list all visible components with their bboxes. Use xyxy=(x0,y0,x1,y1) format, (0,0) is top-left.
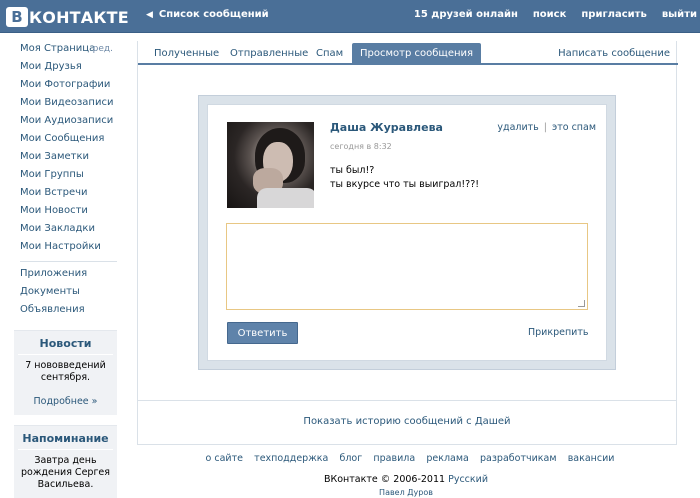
message-line: ты был!? xyxy=(330,165,375,176)
logo-text: КОНТАКТЕ xyxy=(29,7,129,27)
author-link[interactable]: Павел Дуров xyxy=(0,488,700,497)
news-box-title[interactable]: Новости xyxy=(18,337,113,355)
news-box-text: 7 нововведений сентября. xyxy=(25,360,106,383)
sidebar-item-messages[interactable]: Мои Сообщения xyxy=(14,131,117,149)
top-nav: 15 друзей онлайн поиск пригласить выйти xyxy=(414,9,700,20)
footer-link-support[interactable]: техподдержка xyxy=(254,453,328,464)
news-box: Новости 7 нововведений сентября. Подробн… xyxy=(14,330,117,415)
attach-link[interactable]: Прикрепить xyxy=(528,327,588,338)
menu-divider xyxy=(20,261,117,262)
tab-spam[interactable]: Спам xyxy=(308,44,351,63)
sidebar-item-ads[interactable]: Объявления xyxy=(14,302,117,320)
sender-name[interactable]: Даша Журавлева xyxy=(330,121,443,134)
tab-view-message[interactable]: Просмотр сообщения xyxy=(352,43,482,64)
reply-textarea[interactable] xyxy=(226,223,588,310)
sidebar-item-notes[interactable]: Мои Заметки xyxy=(14,149,117,167)
resize-grip-icon[interactable] xyxy=(578,300,585,307)
sidebar-item-apps[interactable]: Приложения xyxy=(14,266,117,284)
avatar[interactable] xyxy=(227,122,314,208)
message-card: Даша Журавлева сегодня в 8:32 удалить | … xyxy=(207,104,607,361)
copyright: ВКонтакте © 2006-2011 Русский xyxy=(0,474,700,485)
message-date: сегодня в 8:32 xyxy=(330,142,392,151)
sidebar-item-label: Моя Страница xyxy=(20,43,96,54)
tab-received[interactable]: Полученные xyxy=(146,44,227,63)
footer-link-ads[interactable]: реклама xyxy=(426,453,469,464)
copyright-text: ВКонтакте © 2006-2011 xyxy=(323,474,446,485)
show-history-link[interactable]: Показать историю сообщений с Дашей xyxy=(138,400,676,444)
logout-link[interactable]: выйти xyxy=(662,9,697,20)
sidebar-item-my-page[interactable]: Моя Страница ред. xyxy=(14,41,117,59)
chevron-left-icon: ◀ xyxy=(146,9,153,20)
write-message-link[interactable]: Написать сообщение xyxy=(558,44,670,63)
back-to-messages-link[interactable]: ◀ Список сообщений xyxy=(146,9,269,20)
message-frame: Даша Журавлева сегодня в 8:32 удалить | … xyxy=(198,95,616,370)
news-more-link[interactable]: Подробнее » xyxy=(18,396,113,407)
logo-mark: В xyxy=(6,7,28,27)
message-actions: удалить | это спам xyxy=(497,122,596,133)
sidebar-item-settings[interactable]: Мои Настройки xyxy=(14,239,117,257)
message-body: ты был!? ты вкурсе что ты выиграл!??! xyxy=(330,164,479,192)
tab-sent[interactable]: Отправленные xyxy=(222,44,316,63)
delete-link[interactable]: удалить xyxy=(497,122,538,133)
message-line: ты вкурсе что ты выиграл!??! xyxy=(330,179,480,190)
footer-link-rules[interactable]: правила xyxy=(373,453,415,464)
back-label: Список сообщений xyxy=(158,9,269,20)
edit-link[interactable]: ред. xyxy=(93,41,113,57)
footer-links: о сайте техподдержка блог правила реклам… xyxy=(0,453,700,464)
language-link[interactable]: Русский xyxy=(448,474,488,485)
sidebar-item-friends[interactable]: Мои Друзья xyxy=(14,59,117,77)
invite-link[interactable]: пригласить xyxy=(581,9,646,20)
vk-logo[interactable]: В КОНТАКТЕ xyxy=(6,6,129,28)
sidebar-item-news[interactable]: Мои Новости xyxy=(14,203,117,221)
reply-button[interactable]: Ответить xyxy=(227,322,298,344)
left-menu: Моя Страница ред. Мои Друзья Мои Фотогра… xyxy=(14,41,117,498)
sidebar-item-videos[interactable]: Мои Видеозаписи xyxy=(14,95,117,113)
main-content: Полученные Отправленные Спам Просмотр со… xyxy=(137,41,678,445)
reminder-box-title: Напоминание xyxy=(18,432,113,450)
footer-link-blog[interactable]: блог xyxy=(340,453,363,464)
sidebar-item-photos[interactable]: Мои Фотографии xyxy=(14,77,117,95)
friends-online-link[interactable]: 15 друзей онлайн xyxy=(414,9,518,20)
action-separator: | xyxy=(543,122,547,133)
footer-link-developers[interactable]: разработчикам xyxy=(480,453,556,464)
sidebar-item-audio[interactable]: Мои Аудиозаписи xyxy=(14,113,117,131)
message-tabs: Полученные Отправленные Спам Просмотр со… xyxy=(138,41,678,65)
sidebar-item-bookmarks[interactable]: Мои Закладки xyxy=(14,221,117,239)
sidebar-item-documents[interactable]: Документы xyxy=(14,284,117,302)
search-link[interactable]: поиск xyxy=(533,9,567,20)
footer-link-jobs[interactable]: вакансии xyxy=(568,453,615,464)
sidebar-item-groups[interactable]: Мои Группы xyxy=(14,167,117,185)
mark-spam-link[interactable]: это спам xyxy=(552,122,596,133)
sidebar-item-events[interactable]: Мои Встречи xyxy=(14,185,117,203)
top-header: В КОНТАКТЕ ◀ Список сообщений 15 друзей … xyxy=(0,0,700,33)
footer-link-about[interactable]: о сайте xyxy=(206,453,243,464)
